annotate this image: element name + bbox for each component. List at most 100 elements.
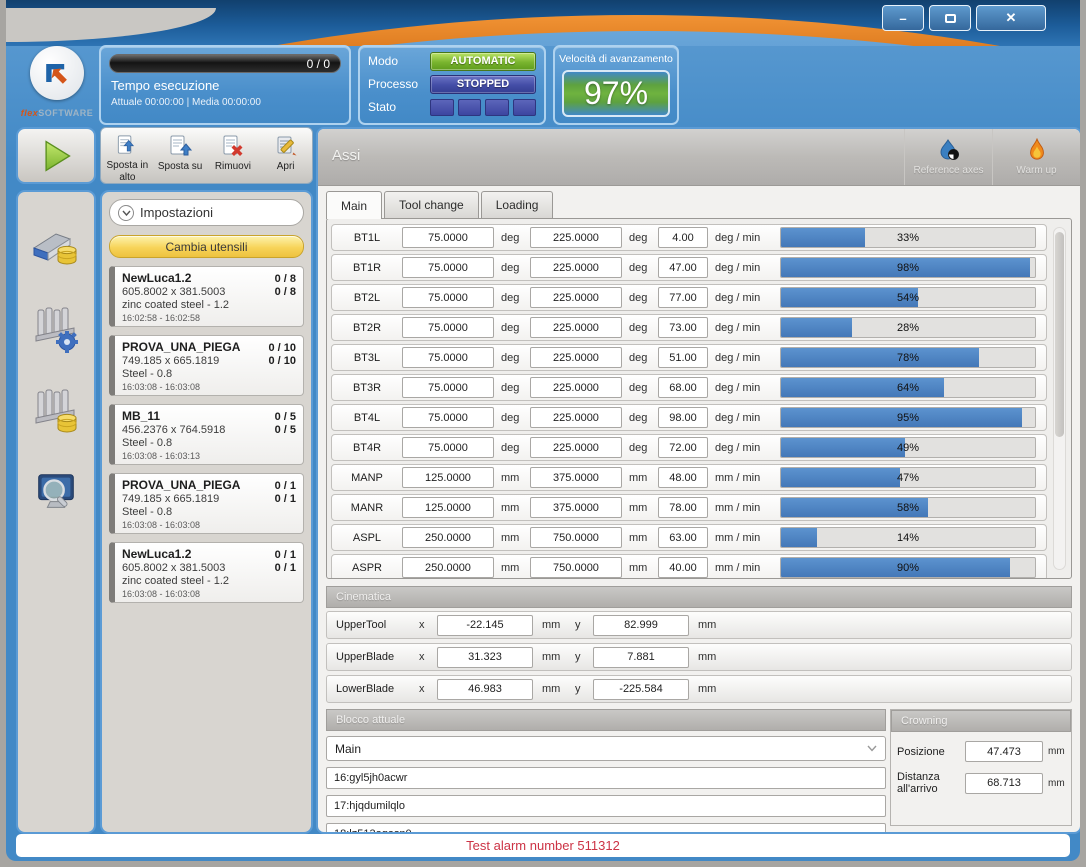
axis-value-input[interactable]: 125.0000 [402,497,494,518]
tab-tool-change[interactable]: Tool change [384,191,479,218]
axis-limit-unit: deg [622,232,658,244]
axes-table-scrollbar[interactable] [1053,227,1066,570]
axis-name: BT4L [332,412,402,424]
axis-speed-input[interactable]: 48.00 [658,467,708,488]
tool-change-button[interactable]: Cambia utensili [109,235,304,258]
y-value-input[interactable]: 82.999 [593,615,689,636]
axis-value-input[interactable]: 75.0000 [402,347,494,368]
stato-segment [513,99,537,116]
axis-value-input[interactable]: 250.0000 [402,557,494,578]
axis-limit-input[interactable]: 225.0000 [530,377,622,398]
block-line[interactable]: 17:hjqdumilqlo [326,795,886,817]
axis-limit-input[interactable]: 750.0000 [530,557,622,578]
crowning-value-input[interactable]: 47.473 [965,741,1043,762]
reference-axes-button[interactable]: Reference axes [904,129,992,185]
axis-row: BT1L 75.0000 deg 225.0000 deg 4.00 deg /… [331,224,1047,251]
axis-limit-input[interactable]: 225.0000 [530,347,622,368]
axis-progress-label: 98% [781,258,1035,277]
axis-speed-input[interactable]: 77.00 [658,287,708,308]
job-time: 16:03:08 - 16:03:08 [122,589,296,599]
axis-speed-input[interactable]: 98.00 [658,407,708,428]
axis-value-input[interactable]: 75.0000 [402,317,494,338]
settings-expander[interactable]: Impostazioni [109,199,304,226]
x-value-input[interactable]: 31.323 [437,647,533,668]
axis-speed-input[interactable]: 51.00 [658,347,708,368]
axis-value-unit: deg [494,232,530,244]
axis-limit-unit: deg [622,442,658,454]
sidebar-item-tools-database[interactable] [28,382,84,438]
close-button[interactable]: ✕ [976,5,1046,31]
axis-speed-input[interactable]: 63.00 [658,527,708,548]
tab-main[interactable]: Main [326,191,382,219]
crowning-value-input[interactable]: 68.713 [965,773,1043,794]
axis-speed-input[interactable]: 72.00 [658,437,708,458]
y-value-input[interactable]: 7.881 [593,647,689,668]
speed-label: Velocità di avanzamento [555,53,677,65]
x-label: x [419,683,437,695]
axis-limit-input[interactable]: 750.0000 [530,527,622,548]
sidebar-item-parts-database[interactable] [28,218,84,274]
crowning-label: Posizione [897,746,965,758]
axis-progress-label: 14% [781,528,1035,547]
axis-speed-input[interactable]: 68.00 [658,377,708,398]
warm-up-button[interactable]: Warm up [992,129,1080,185]
axis-limit-input[interactable]: 225.0000 [530,407,622,428]
axis-value-input[interactable]: 75.0000 [402,227,494,248]
maximize-icon [945,14,956,23]
remove-button[interactable]: Rimuovi [207,128,260,183]
axis-limit-input[interactable]: 375.0000 [530,497,622,518]
axis-value-input[interactable]: 250.0000 [402,527,494,548]
axis-name: MANP [332,472,402,484]
axis-limit-input[interactable]: 225.0000 [530,257,622,278]
axis-progress-label: 90% [781,558,1035,577]
stato-segment [458,99,482,116]
close-icon: ✕ [1006,10,1017,26]
execution-progress-bar: 0 / 0 [109,54,341,73]
axis-value-input[interactable]: 75.0000 [402,287,494,308]
axis-limit-input[interactable]: 375.0000 [530,467,622,488]
tab-loading[interactable]: Loading [481,191,554,218]
axis-limit-input[interactable]: 225.0000 [530,437,622,458]
block-line[interactable]: 16:gyl5jh0acwr [326,767,886,789]
axis-value-input[interactable]: 75.0000 [402,437,494,458]
axis-speed-input[interactable]: 40.00 [658,557,708,578]
axis-limit-input[interactable]: 225.0000 [530,227,622,248]
block-line[interactable]: 18:lz513ogasp0 [326,823,886,834]
job-time: 16:03:08 - 16:03:08 [122,520,296,530]
axis-progress-bar: 95% [780,407,1036,428]
block-select[interactable]: Main [326,736,886,761]
axis-limit-input[interactable]: 225.0000 [530,317,622,338]
sidebar-item-diagnostics[interactable] [28,464,84,520]
x-value-input[interactable]: 46.983 [437,679,533,700]
minimize-button[interactable]: – [882,5,924,31]
start-button[interactable] [16,127,96,184]
move-to-top-button[interactable]: Sposta in alto [101,128,154,183]
axis-limit-input[interactable]: 225.0000 [530,287,622,308]
scrollbar-thumb[interactable] [1055,232,1064,437]
job-count-top: 0 / 10 [268,342,296,354]
job-card[interactable]: MB_11 0 / 5 456.2376 x 764.5918 0 / 5 St… [109,404,304,465]
job-count-bottom: 0 / 5 [275,424,296,436]
axis-value-input[interactable]: 75.0000 [402,407,494,428]
axis-speed-input[interactable]: 4.00 [658,227,708,248]
axis-value-unit: deg [494,382,530,394]
job-card[interactable]: NewLuca1.2 0 / 1 605.8002 x 381.5003 0 /… [109,542,304,603]
open-button[interactable]: Apri [259,128,312,183]
job-card[interactable]: NewLuca1.2 0 / 8 605.8002 x 381.5003 0 /… [109,266,304,327]
axis-speed-input[interactable]: 78.00 [658,497,708,518]
job-material: Steel - 0.8 [122,437,296,449]
axis-progress-label: 78% [781,348,1035,367]
maximize-button[interactable] [929,5,971,31]
axis-speed-input[interactable]: 73.00 [658,317,708,338]
x-value-input[interactable]: -22.145 [437,615,533,636]
axis-value-input[interactable]: 75.0000 [402,377,494,398]
axis-speed-input[interactable]: 47.00 [658,257,708,278]
job-card[interactable]: PROVA_UNA_PIEGA 0 / 10 749.185 x 665.181… [109,335,304,396]
axis-value-input[interactable]: 125.0000 [402,467,494,488]
sidebar-item-tool-setup[interactable] [28,300,84,356]
axis-value-input[interactable]: 75.0000 [402,257,494,278]
block-select-value: Main [335,742,361,756]
move-up-button[interactable]: Sposta su [154,128,207,183]
job-card[interactable]: PROVA_UNA_PIEGA 0 / 1 749.185 x 665.1819… [109,473,304,534]
y-value-input[interactable]: -225.584 [593,679,689,700]
